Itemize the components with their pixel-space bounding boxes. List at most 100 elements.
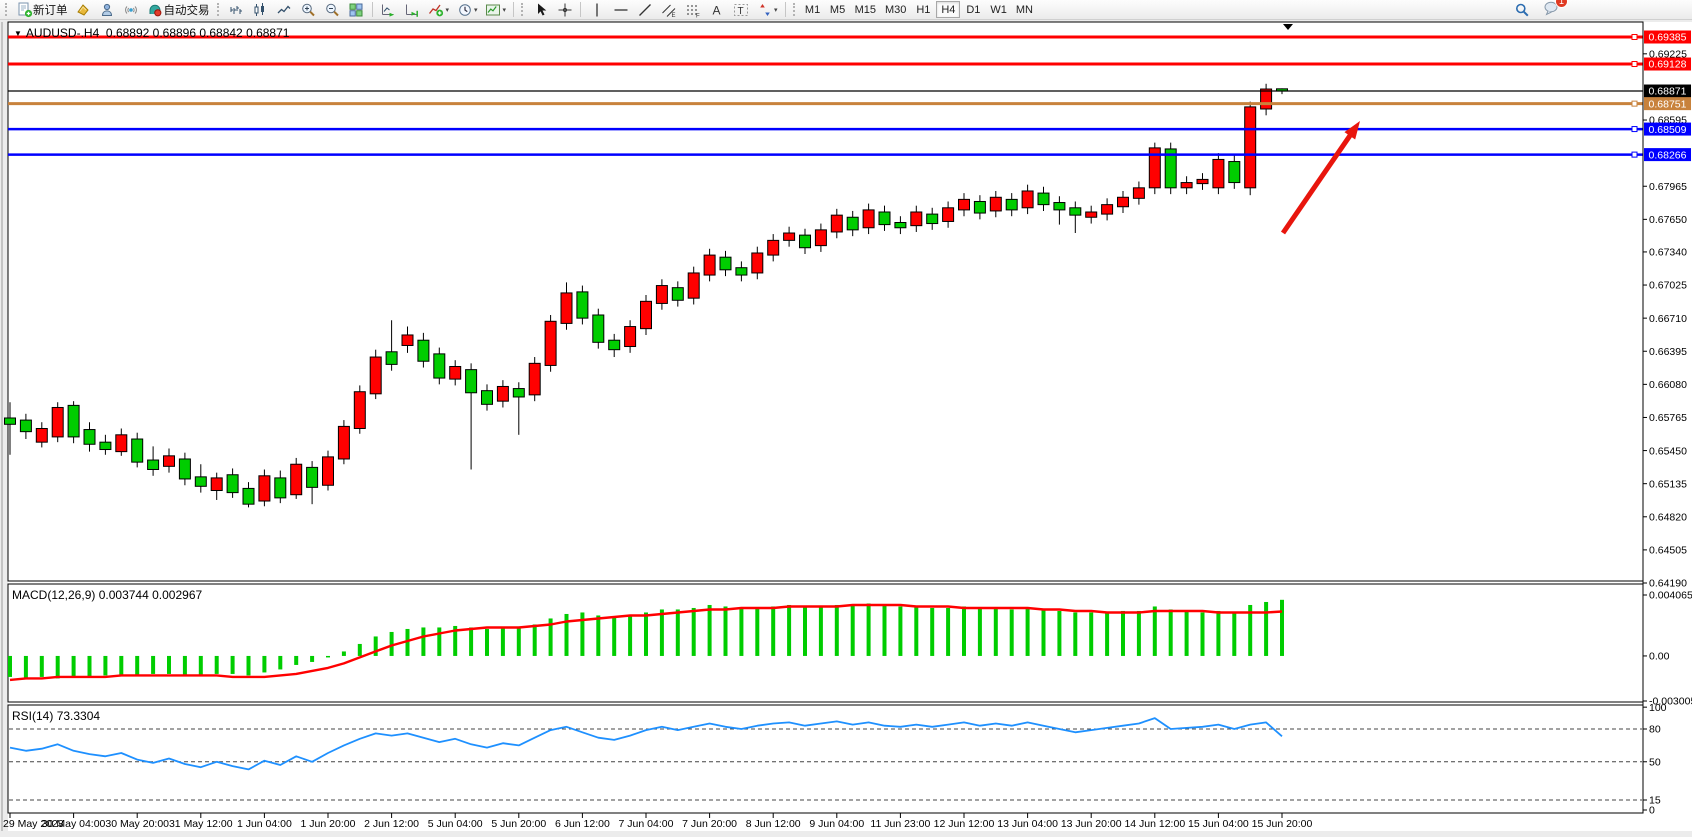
price-axis-label: 0.66710 <box>1649 313 1687 325</box>
bull-candle-body <box>768 240 779 255</box>
macd-bar <box>1264 602 1268 656</box>
arrows-tool-button[interactable]: ▾ <box>753 1 781 19</box>
navigator-button[interactable] <box>96 1 119 19</box>
new-order-button[interactable]: 新订单 <box>13 1 71 19</box>
trendline-tool-button[interactable] <box>633 1 656 19</box>
timeframe-button-w1[interactable]: W1 <box>986 1 1011 18</box>
price-axis-label: 0.65450 <box>1649 445 1687 457</box>
tile-windows-button[interactable] <box>345 1 368 19</box>
channel-tool-button[interactable]: E <box>657 1 680 19</box>
macd-bar <box>247 656 251 675</box>
periods-button[interactable]: ▾ <box>453 1 481 19</box>
candlestick-chart-button[interactable] <box>249 1 272 19</box>
zoom-in-button[interactable] <box>297 1 320 19</box>
macd-bar <box>1201 612 1205 655</box>
bear-candle-body <box>513 389 524 397</box>
timeframe-button-m1[interactable]: M1 <box>801 1 825 18</box>
text-label-tool-button[interactable]: T <box>729 1 752 19</box>
price-axis-label: 0.67965 <box>1649 181 1687 193</box>
candlestick <box>1213 153 1224 194</box>
timeframe-button-m5[interactable]: M5 <box>826 1 850 18</box>
bear-candle-body <box>879 212 890 225</box>
bull-candle-body <box>625 327 636 347</box>
macd-bar <box>1137 611 1141 656</box>
macd-bar <box>596 615 600 655</box>
fibonacci-tool-button[interactable]: F <box>681 1 704 19</box>
vertical-line-tool-button[interactable] <box>585 1 608 19</box>
chart-menu-icon[interactable]: ▼ <box>14 29 22 38</box>
crosshair-tool-button[interactable] <box>553 1 576 19</box>
text-tool-button[interactable]: A <box>705 1 728 19</box>
macd-bar <box>644 612 648 655</box>
time-axis-label: 5 Jun 04:00 <box>428 818 483 830</box>
bear-candle-body <box>672 288 683 301</box>
bull-candle-body <box>1133 188 1144 199</box>
bull-candle-body <box>911 212 922 226</box>
line-handle[interactable] <box>1632 127 1637 132</box>
macd-bar <box>310 656 314 662</box>
line-handle[interactable] <box>1632 152 1637 157</box>
timeframe-button-d1[interactable]: D1 <box>961 1 985 18</box>
macd-bar <box>739 608 743 656</box>
macd-bar <box>1042 609 1046 655</box>
bull-candle-body <box>545 321 556 365</box>
toolbar-grip <box>793 3 797 16</box>
line-handle[interactable] <box>1632 62 1637 67</box>
bear-candle-body <box>1229 162 1240 183</box>
bear-candle-body <box>736 268 747 275</box>
indicators-button[interactable]: ▾ <box>425 1 453 19</box>
price-axis-label: 0.67650 <box>1649 214 1687 226</box>
timeframe-button-h1[interactable]: H1 <box>911 1 935 18</box>
chart-title-bar[interactable]: ▼AUDUSD-.H4 0.68892 0.68896 0.68842 0.68… <box>14 26 289 40</box>
templates-button[interactable]: ▾ <box>482 1 510 19</box>
price-axis-label: 0.67025 <box>1649 280 1687 292</box>
bull-candle-body <box>370 357 381 394</box>
price-tag-label: 0.68509 <box>1649 124 1687 136</box>
bull-candle-body <box>1086 212 1097 217</box>
search-button[interactable] <box>1510 1 1533 19</box>
macd-bar <box>755 608 759 656</box>
line-chart-button[interactable] <box>273 1 296 19</box>
bear-candle-body <box>179 459 190 479</box>
timeframe-button-mn[interactable]: MN <box>1012 1 1037 18</box>
timeframe-button-m30[interactable]: M30 <box>881 1 910 18</box>
time-axis-label: 7 Jun 04:00 <box>619 818 674 830</box>
bear-candle-body <box>800 235 811 248</box>
rsi-indicator-label: RSI(14) 73.3304 <box>12 709 100 723</box>
line-handle[interactable] <box>1632 101 1637 106</box>
time-axis-label: 6 Jun 12:00 <box>555 818 610 830</box>
horizontal-line-tool-button[interactable] <box>609 1 632 19</box>
toolbar-grip <box>521 3 525 16</box>
bull-candle-body <box>1118 197 1129 206</box>
chevron-down-icon: ▾ <box>774 6 778 14</box>
bear-candle-body <box>577 292 588 318</box>
line-handle[interactable] <box>1632 35 1637 40</box>
rsi-axis-label: 100 <box>1649 702 1667 714</box>
notification-badge[interactable]: 1 <box>1555 0 1568 8</box>
time-axis-label: 11 Jun 23:00 <box>870 818 930 830</box>
time-axis-label: 30 May 04:00 <box>42 818 106 830</box>
auto-trading-button[interactable]: 自动交易 <box>144 1 213 19</box>
time-axis-label: 13 Jun 20:00 <box>1061 818 1122 830</box>
bar-chart-button[interactable] <box>225 1 248 19</box>
zoom-out-button[interactable] <box>321 1 344 19</box>
bull-candle-body <box>1245 107 1256 188</box>
macd-bar <box>692 608 696 656</box>
signal-icon <box>123 2 140 18</box>
bull-candle-body <box>943 208 954 222</box>
chart-shift-button[interactable] <box>401 1 424 19</box>
auto-scroll-button[interactable] <box>377 1 400 19</box>
arrows-icon <box>756 2 773 18</box>
bull-candle-body <box>1022 191 1033 208</box>
cursor-tool-button[interactable] <box>529 1 552 19</box>
macd-bar <box>676 609 680 655</box>
signals-button[interactable] <box>120 1 143 19</box>
macd-bar <box>215 656 219 674</box>
bull-candle-body <box>1213 159 1224 187</box>
market-watch-button[interactable] <box>72 1 95 19</box>
macd-bar <box>1232 612 1236 655</box>
macd-bar <box>517 627 521 655</box>
timeframe-button-h4[interactable]: H4 <box>936 1 960 18</box>
timeframe-button-m15[interactable]: M15 <box>851 1 880 18</box>
macd-bar <box>278 656 282 669</box>
